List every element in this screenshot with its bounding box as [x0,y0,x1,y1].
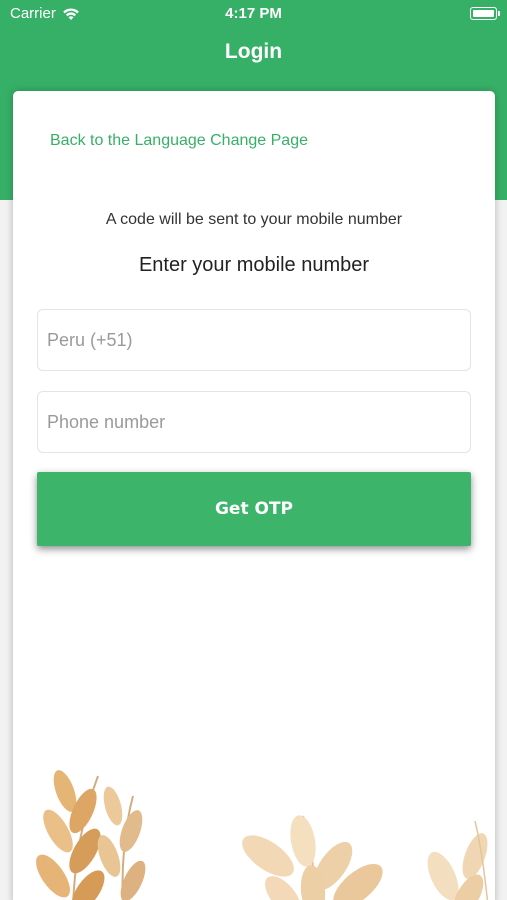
mobile-number-heading: Enter your mobile number [138,254,370,276]
page-title: Login [224,40,283,63]
status-bar: Carrier 4:17 PM [0,0,507,28]
info-text: A code will be sent to your mobile numbe… [105,211,403,228]
phone-number-input[interactable] [47,411,470,433]
get-otp-button[interactable]: Get OTP [37,472,471,546]
battery-icon [470,7,500,20]
login-card: Back to the Language Change Page A code … [13,91,495,900]
back-to-language-link[interactable]: Back to the Language Change Page [50,132,308,150]
wheat-illustration [36,770,489,900]
status-time: 4:17 PM [225,5,282,22]
country-code-value: Peru (+51) [47,329,133,350]
country-code-field[interactable]: Peru (+51) [37,309,471,371]
phone-number-field[interactable] [37,391,471,453]
